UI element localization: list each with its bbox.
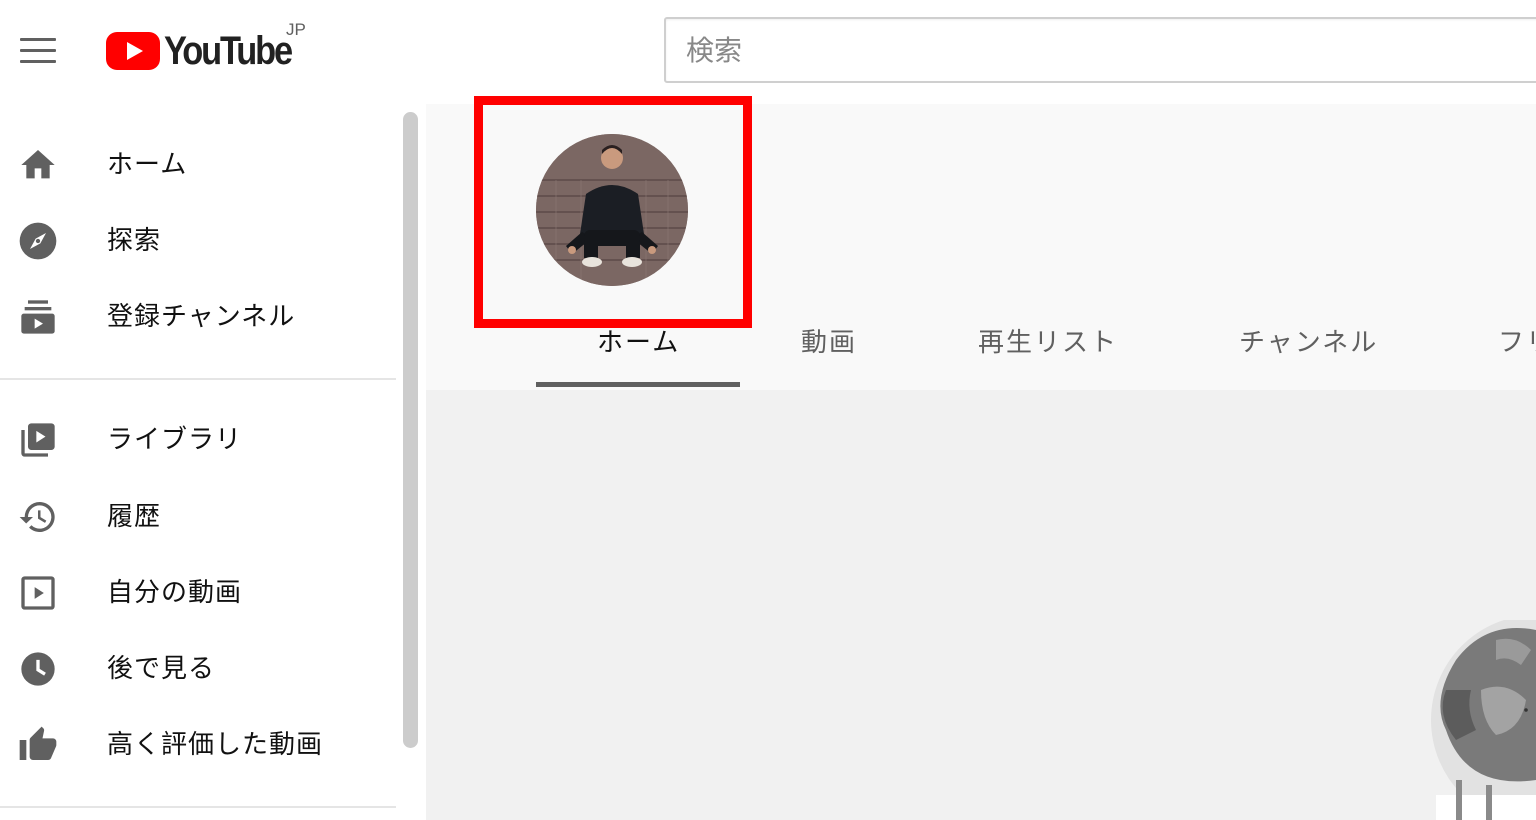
tab-playlists[interactable]: 再生リスト [978, 322, 1118, 362]
guide-menu-button[interactable] [20, 38, 56, 64]
youtube-logo[interactable]: YouTube [106, 28, 312, 74]
tab-channels[interactable]: チャンネル [1239, 322, 1378, 362]
home-icon [21, 150, 55, 179]
sidebar-item-library[interactable]: ライブラリ [0, 405, 396, 475]
sidebar-item-label: ライブラリ [107, 425, 243, 455]
sidebar-divider [0, 378, 396, 380]
my-videos-icon [21, 576, 55, 610]
sidebar-item-label: 高く評価した動画 [107, 730, 324, 760]
youtube-play-icon [106, 32, 160, 70]
sidebar-item-label: 探索 [107, 226, 162, 256]
subscriptions-icon [21, 300, 55, 334]
watch-later-icon [21, 652, 55, 686]
sidebar-scrollbar[interactable] [403, 112, 418, 748]
sidebar-item-label: 登録チャンネル [107, 302, 296, 332]
logo-text: YouTube [164, 28, 293, 73]
history-icon [19, 502, 55, 532]
sidebar-item-subscriptions[interactable]: 登録チャンネル [0, 282, 396, 352]
empty-state-illustration [1431, 620, 1536, 820]
sidebar-item-history[interactable]: 履歴 [0, 482, 396, 552]
sidebar-item-watch-later[interactable]: 後で見る [0, 634, 396, 704]
sidebar-item-home[interactable]: ホーム [0, 130, 396, 200]
active-tab-indicator [536, 382, 740, 387]
sidebar-item-explore[interactable]: 探索 [0, 206, 396, 276]
sidebar-item-label: 自分の動画 [107, 578, 243, 608]
sidebar-item-label: ホーム [107, 150, 188, 180]
sidebar-item-liked-videos[interactable]: 高く評価した動画 [0, 710, 396, 780]
sidebar: ホーム 探索 登録チャンネル ライブラリ 履歴 自分の動画 後で見る 高く評価し… [0, 110, 400, 820]
country-code: JP [286, 20, 306, 39]
channel-content [426, 390, 1536, 820]
sidebar-item-my-videos[interactable]: 自分の動画 [0, 558, 396, 628]
tab-home[interactable]: ホーム [597, 322, 680, 362]
tab-free[interactable]: フリ [1498, 322, 1536, 362]
thumbs-up-icon [19, 726, 57, 760]
sidebar-divider [0, 806, 396, 808]
highlight-box [474, 96, 752, 328]
sidebar-item-label: 後で見る [107, 654, 216, 684]
sidebar-item-label: 履歴 [107, 502, 162, 532]
tab-videos[interactable]: 動画 [801, 322, 857, 362]
library-icon [21, 423, 55, 457]
hamburger-icon [20, 38, 56, 41]
search-box[interactable] [664, 17, 1536, 83]
search-input[interactable] [666, 19, 1536, 81]
explore-icon [19, 222, 57, 260]
